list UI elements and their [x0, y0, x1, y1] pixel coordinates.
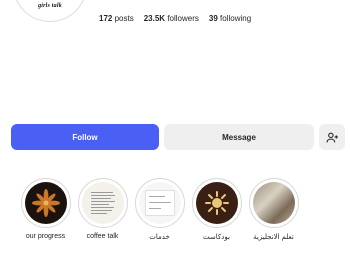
- profile-actions: Follow Message: [11, 124, 345, 150]
- flower-icon: [31, 189, 60, 217]
- highlight-cover-card: [138, 182, 181, 224]
- highlight-cover-paper: [81, 182, 124, 224]
- add-user-icon: [326, 132, 338, 142]
- stat-followers[interactable]: 23.5K followers: [144, 14, 199, 23]
- highlight-ring: [134, 178, 185, 228]
- story-highlights: our progress coffee talk خدمات بودكاست ت…: [17, 178, 302, 241]
- profile-stats: 172 posts 23.5K followers 39 following: [99, 14, 261, 23]
- highlight-cover-photo: [252, 182, 295, 224]
- profile-logo-text: girls talk: [38, 3, 62, 9]
- stat-posts[interactable]: 172 posts: [99, 14, 134, 23]
- highlight-ring: [77, 178, 128, 228]
- highlight-ring: [191, 178, 242, 228]
- posts-label: posts: [114, 14, 134, 23]
- highlight-label: our progress: [25, 233, 66, 240]
- highlight-label: تعلم الانجليزية: [253, 234, 294, 241]
- highlight-label: خدمات: [149, 234, 170, 241]
- highlight-item[interactable]: coffee talk: [74, 178, 131, 241]
- highlight-cover-flower: [24, 182, 67, 224]
- highlight-item[interactable]: خدمات: [131, 178, 188, 241]
- followers-count: 23.5K: [143, 14, 166, 23]
- profile-avatar[interactable]: girls talk: [13, 0, 87, 22]
- highlight-label: بودكاست: [203, 234, 230, 241]
- highlight-item[interactable]: تعلم الانجليزية: [245, 178, 302, 241]
- highlight-item[interactable]: our progress: [17, 178, 74, 241]
- followers-label: followers: [167, 14, 199, 23]
- highlight-ring: [20, 178, 71, 228]
- highlight-item[interactable]: بودكاست: [188, 178, 245, 241]
- highlight-cover-sun: [195, 182, 238, 224]
- sun-icon: [204, 191, 229, 215]
- following-label: following: [220, 14, 252, 23]
- add-user-button[interactable]: [319, 124, 345, 150]
- stat-following[interactable]: 39 following: [209, 14, 251, 23]
- following-count: 39: [208, 14, 218, 23]
- highlight-label: coffee talk: [86, 233, 119, 240]
- card-preview: [144, 190, 175, 216]
- posts-count: 172: [99, 14, 113, 23]
- follow-button[interactable]: Follow: [11, 124, 159, 150]
- paper-text-lines: [90, 192, 115, 216]
- highlight-ring: [248, 178, 299, 228]
- message-button[interactable]: Message: [164, 124, 314, 150]
